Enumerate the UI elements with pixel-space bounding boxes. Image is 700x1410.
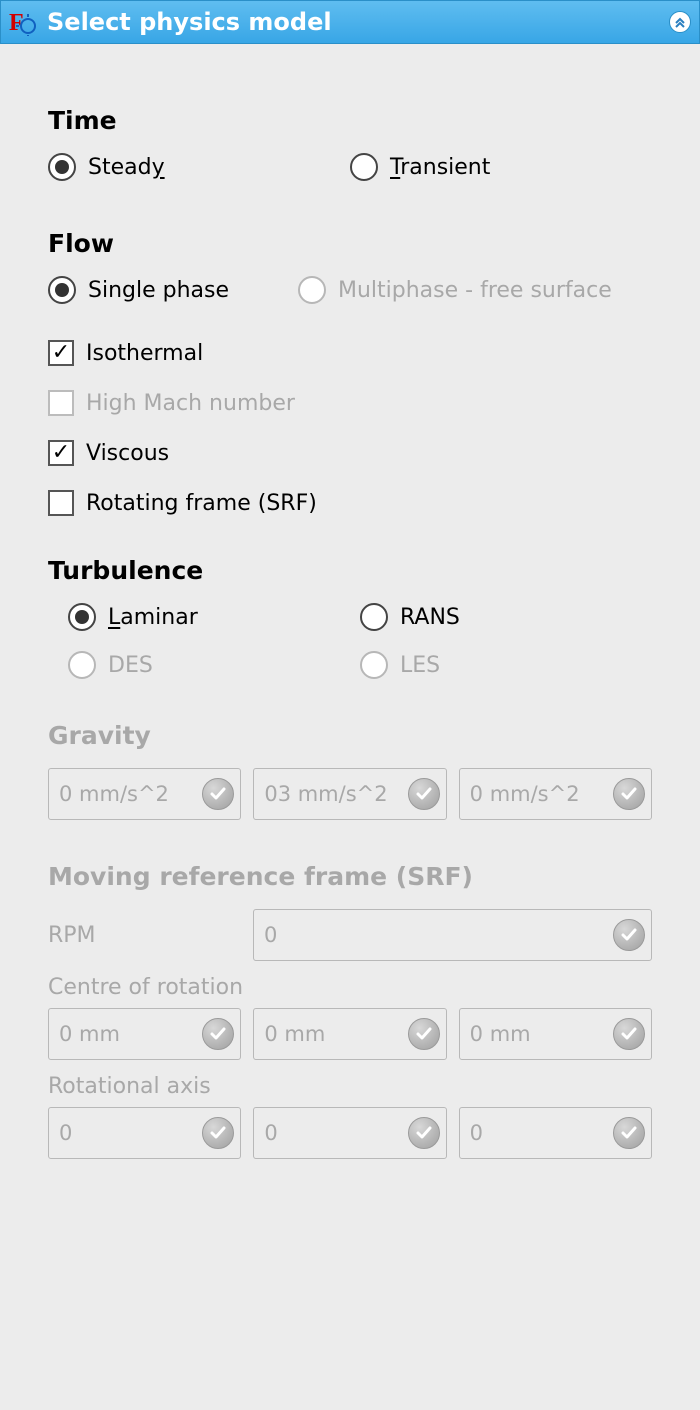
checkbox-viscous-label: Viscous [86, 441, 169, 466]
checkbox-empty-icon [48, 490, 74, 516]
checkbox-empty-icon [48, 390, 74, 416]
gravity-inputs: 0 mm/s^2 03 mm/s^2 0 mm/s^2 [48, 768, 652, 820]
axis-z-input: 0 [459, 1107, 652, 1159]
checkbox-srf-label: Rotating frame (SRF) [86, 491, 317, 516]
commit-check-icon [613, 1117, 645, 1149]
radio-les: LES [360, 651, 440, 679]
centre-y-input: 0 mm [253, 1008, 446, 1060]
centre-x-input: 0 mm [48, 1008, 241, 1060]
radio-empty-icon [298, 276, 326, 304]
radio-steady[interactable]: Steady [48, 153, 165, 181]
centre-inputs: 0 mm 0 mm 0 mm [48, 1008, 652, 1060]
centre-label: Centre of rotation [48, 975, 652, 1000]
radio-laminar-label: Laminar [108, 605, 198, 630]
centre-x-value: 0 mm [59, 1022, 196, 1046]
checkbox-viscous[interactable]: ✓ Viscous [48, 440, 652, 466]
heading-turbulence: Turbulence [48, 556, 652, 585]
gravity-x-value: 0 mm/s^2 [59, 782, 196, 806]
radio-dot-icon [48, 276, 76, 304]
checkbox-isothermal[interactable]: ✓ Isothermal [48, 340, 652, 366]
axis-y-value: 0 [264, 1121, 401, 1145]
radio-les-label: LES [400, 653, 440, 678]
checkbox-high-mach: High Mach number [48, 390, 652, 416]
commit-check-icon [202, 1117, 234, 1149]
radio-empty-icon [360, 603, 388, 631]
collapse-button[interactable] [669, 11, 691, 33]
titlebar: F Select physics model [0, 0, 700, 44]
checkbox-high-mach-label: High Mach number [86, 391, 295, 416]
rpm-label: RPM [48, 923, 253, 948]
rpm-input: 0 [253, 909, 652, 961]
centre-z-value: 0 mm [470, 1022, 607, 1046]
radio-dot-icon [68, 603, 96, 631]
heading-gravity: Gravity [48, 721, 652, 750]
radio-steady-label: Steady [88, 155, 165, 180]
gravity-z-input: 0 mm/s^2 [459, 768, 652, 820]
radio-transient-label: Transient [390, 155, 490, 180]
axis-y-input: 0 [253, 1107, 446, 1159]
radio-single-phase-label: Single phase [88, 278, 229, 303]
radio-des-label: DES [108, 653, 153, 678]
checkbox-checked-icon: ✓ [48, 340, 74, 366]
commit-check-icon [613, 1018, 645, 1050]
checkbox-checked-icon: ✓ [48, 440, 74, 466]
panel-content: Time Steady Transient Flow Single phase [0, 44, 700, 1199]
axis-z-value: 0 [470, 1121, 607, 1145]
commit-check-icon [408, 1117, 440, 1149]
commit-check-icon [202, 778, 234, 810]
gravity-z-value: 0 mm/s^2 [470, 782, 607, 806]
heading-flow: Flow [48, 229, 652, 258]
radio-empty-icon [350, 153, 378, 181]
heading-time: Time [48, 106, 652, 135]
commit-check-icon [408, 1018, 440, 1050]
centre-z-input: 0 mm [459, 1008, 652, 1060]
radio-transient[interactable]: Transient [350, 153, 490, 181]
axis-label: Rotational axis [48, 1074, 652, 1099]
commit-check-icon [202, 1018, 234, 1050]
gravity-x-input: 0 mm/s^2 [48, 768, 241, 820]
radio-multiphase-label: Multiphase - free surface [338, 278, 612, 303]
centre-y-value: 0 mm [264, 1022, 401, 1046]
radio-rans-label: RANS [400, 605, 460, 630]
gravity-y-value: 03 mm/s^2 [264, 782, 401, 806]
radio-des: DES [68, 651, 153, 679]
rpm-value: 0 [264, 923, 607, 947]
app-icon: F [9, 8, 37, 36]
radio-rans[interactable]: RANS [360, 603, 460, 631]
radio-empty-icon [360, 651, 388, 679]
radio-single-phase[interactable]: Single phase [48, 276, 229, 304]
commit-check-icon [613, 919, 645, 951]
checkbox-isothermal-label: Isothermal [86, 341, 203, 366]
axis-inputs: 0 0 0 [48, 1107, 652, 1159]
axis-x-input: 0 [48, 1107, 241, 1159]
commit-check-icon [408, 778, 440, 810]
heading-srf-frame: Moving reference frame (SRF) [48, 862, 652, 891]
radio-laminar[interactable]: Laminar [68, 603, 198, 631]
radio-empty-icon [68, 651, 96, 679]
radio-multiphase: Multiphase - free surface [298, 276, 612, 304]
checkbox-srf[interactable]: Rotating frame (SRF) [48, 490, 652, 516]
radio-dot-icon [48, 153, 76, 181]
panel-title: Select physics model [47, 8, 332, 36]
commit-check-icon [613, 778, 645, 810]
axis-x-value: 0 [59, 1121, 196, 1145]
gravity-y-input: 03 mm/s^2 [253, 768, 446, 820]
